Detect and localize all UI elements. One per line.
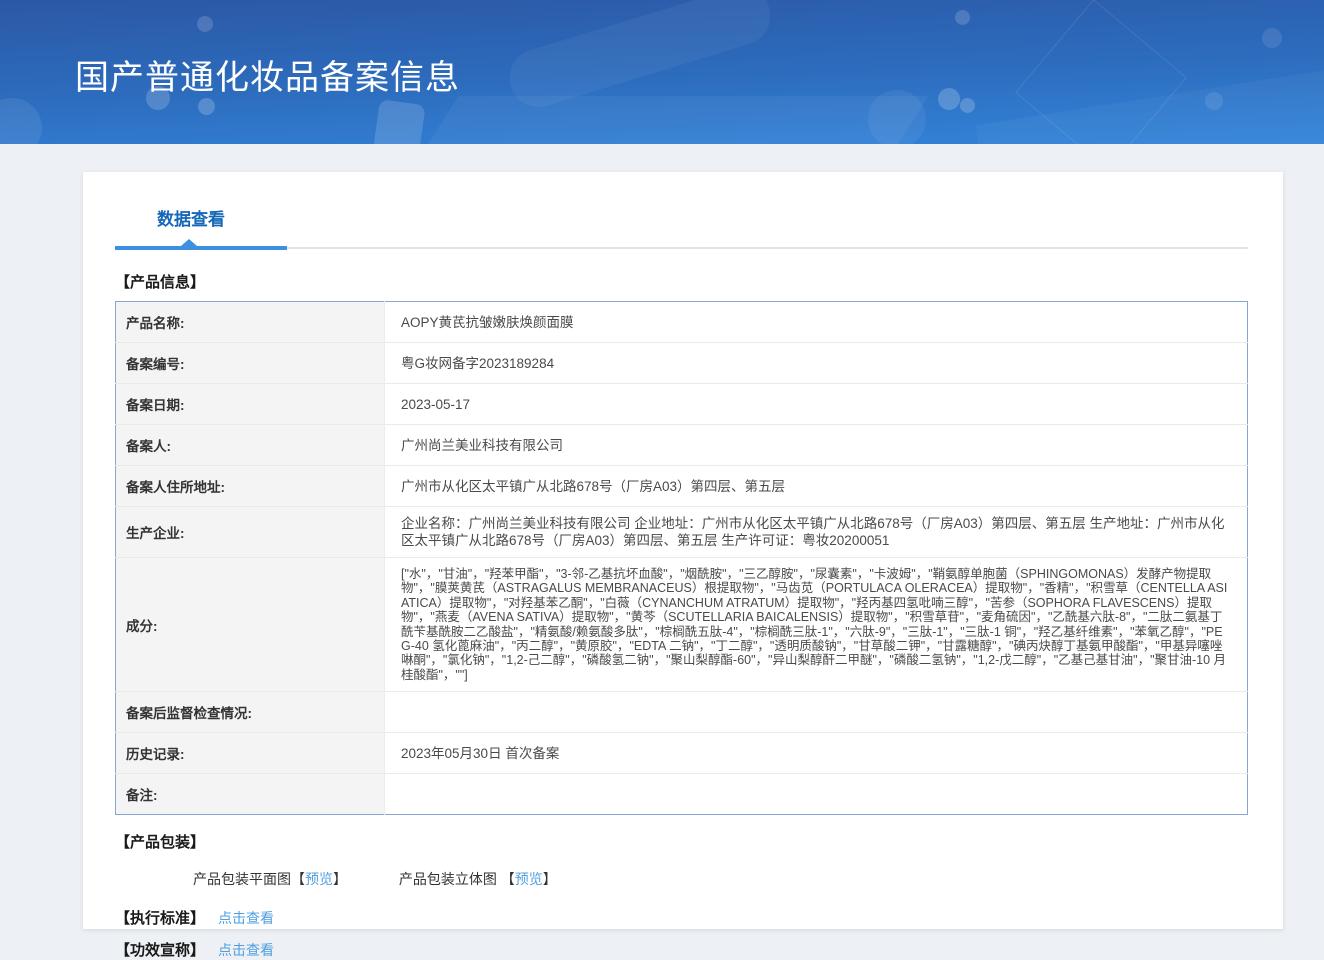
table-row-product-name: 产品名称: AOPY黄芪抗皱嫩肤焕颜面膜 <box>115 301 1248 343</box>
banner-decoration-circle <box>868 90 926 144</box>
row-value: ["水"，"甘油"，"羟苯甲酯"，"3-邻-乙基抗坏血酸"，"烟酰胺"，"三乙醇… <box>384 557 1248 693</box>
row-label: 备案编号: <box>115 342 385 384</box>
table-row-registrant-address: 备案人住所地址: 广州市从化区太平镇广从北路678号（厂房A03）第四层、第五层 <box>115 465 1248 507</box>
bracket-open: 【 <box>500 871 515 888</box>
table-row-manufacturer: 生产企业: 企业名称：广州尚兰美业科技有限公司 企业地址：广州市从化区太平镇广从… <box>115 506 1248 558</box>
table-row-registration-number: 备案编号: 粤G妆网备字2023189284 <box>115 342 1248 384</box>
row-value <box>385 774 1248 815</box>
row-value: 2023-05-17 <box>384 383 1248 425</box>
execution-standard-row: 【执行标准】 点击查看 <box>115 907 1248 928</box>
packaging-flat-label: 产品包装平面图 <box>193 871 291 888</box>
row-label: 备注: <box>115 773 385 815</box>
row-label: 成分: <box>115 557 385 693</box>
packaging-flat-preview-link[interactable]: 预览 <box>305 871 333 887</box>
row-label: 生产企业: <box>115 506 385 558</box>
banner-decoration-capsule <box>502 0 778 115</box>
table-row-post-registration-inspection: 备案后监督检查情况: <box>115 691 1248 734</box>
packaging-3d-label: 产品包装立体图 <box>398 871 497 888</box>
efficacy-claim-row: 【功效宣称】 点击查看 <box>115 939 1248 960</box>
bracket-close: 】 <box>542 871 557 888</box>
tab-data-view[interactable]: 数据查看 <box>157 205 225 230</box>
tab-active-indicator <box>115 239 287 250</box>
row-value: 广州市从化区太平镇广从北路678号（厂房A03）第四层、第五层 <box>384 465 1248 507</box>
row-label: 历史记录: <box>115 732 385 775</box>
table-row-registration-date: 备案日期: 2023-05-17 <box>115 383 1248 425</box>
bracket-close: 】 <box>333 871 347 888</box>
banner-decoration-band <box>401 96 929 144</box>
page-banner: 国产普通化妆品备案信息 <box>0 0 1324 144</box>
banner-decoration-square <box>372 99 426 144</box>
row-value: 企业名称：广州尚兰美业科技有限公司 企业地址：广州市从化区太平镇广从北路678号… <box>384 506 1248 558</box>
row-label: 备案后监督检查情况: <box>115 691 385 734</box>
banner-decoration-band <box>975 59 1324 144</box>
banner-decoration-circle <box>197 16 213 32</box>
banner-decoration-circle <box>1262 28 1282 48</box>
table-row-history: 历史记录: 2023年05月30日 首次备案 <box>115 732 1248 775</box>
section-execution-standard-title: 【执行标准】 <box>115 910 206 928</box>
section-efficacy-claim-title: 【功效宣称】 <box>115 942 206 960</box>
row-value: 2023年05月30日 首次备案 <box>384 732 1248 775</box>
row-value: AOPY黄芪抗皱嫩肤焕颜面膜 <box>384 301 1248 343</box>
banner-decoration-circle <box>1205 92 1223 110</box>
row-value: 粤G妆网备字2023189284 <box>384 342 1248 384</box>
efficacy-claim-link[interactable]: 点击查看 <box>218 942 274 958</box>
table-row-remarks: 备注: <box>115 773 1248 815</box>
bracket-open: 【 <box>291 871 305 888</box>
banner-decoration-circle <box>198 98 215 115</box>
packaging-3d-preview-link[interactable]: 预览 <box>515 871 543 887</box>
row-value <box>384 691 1248 734</box>
tab-underline <box>115 239 1248 250</box>
section-packaging-title: 【产品包装】 <box>115 834 206 852</box>
execution-standard-link[interactable]: 点击查看 <box>218 910 274 926</box>
tab-bar: 数据查看 <box>115 172 1248 250</box>
product-info-table: 产品名称: AOPY黄芪抗皱嫩肤焕颜面膜 备案编号: 粤G妆网备字2023189… <box>115 301 1248 816</box>
tab-pointer-icon <box>181 239 197 246</box>
row-label: 备案日期: <box>115 383 385 425</box>
banner-decoration-circle <box>955 10 970 25</box>
table-row-registrant: 备案人: 广州尚兰美业科技有限公司 <box>115 424 1248 466</box>
banner-decoration-circle <box>960 98 975 113</box>
content-card: 数据查看 【产品信息】 产品名称: AOPY黄芪抗皱嫩肤焕颜面膜 备案编号: 粤… <box>83 172 1283 959</box>
row-label: 备案人: <box>115 424 385 466</box>
row-value: 广州尚兰美业科技有限公司 <box>384 424 1248 466</box>
banner-decoration-circle <box>938 88 960 110</box>
banner-decoration-circle <box>0 98 42 144</box>
row-label: 产品名称: <box>115 301 385 343</box>
packaging-3d-view: 产品包装立体图 【预览】 <box>399 871 557 887</box>
section-product-info-title: 【产品信息】 <box>115 274 206 291</box>
page-title: 国产普通化妆品备案信息 <box>75 59 460 97</box>
banner-decoration-square-outline <box>1015 0 1187 144</box>
packaging-previews: 产品包装平面图【预览】 产品包装立体图 【预览】 <box>193 869 1248 889</box>
row-label: 备案人住所地址: <box>115 465 385 507</box>
table-row-ingredients: 成分: ["水"，"甘油"，"羟苯甲酯"，"3-邻-乙基抗坏血酸"，"烟酰胺"，… <box>115 557 1248 693</box>
packaging-flat-view: 产品包装平面图【预览】 <box>193 871 347 887</box>
